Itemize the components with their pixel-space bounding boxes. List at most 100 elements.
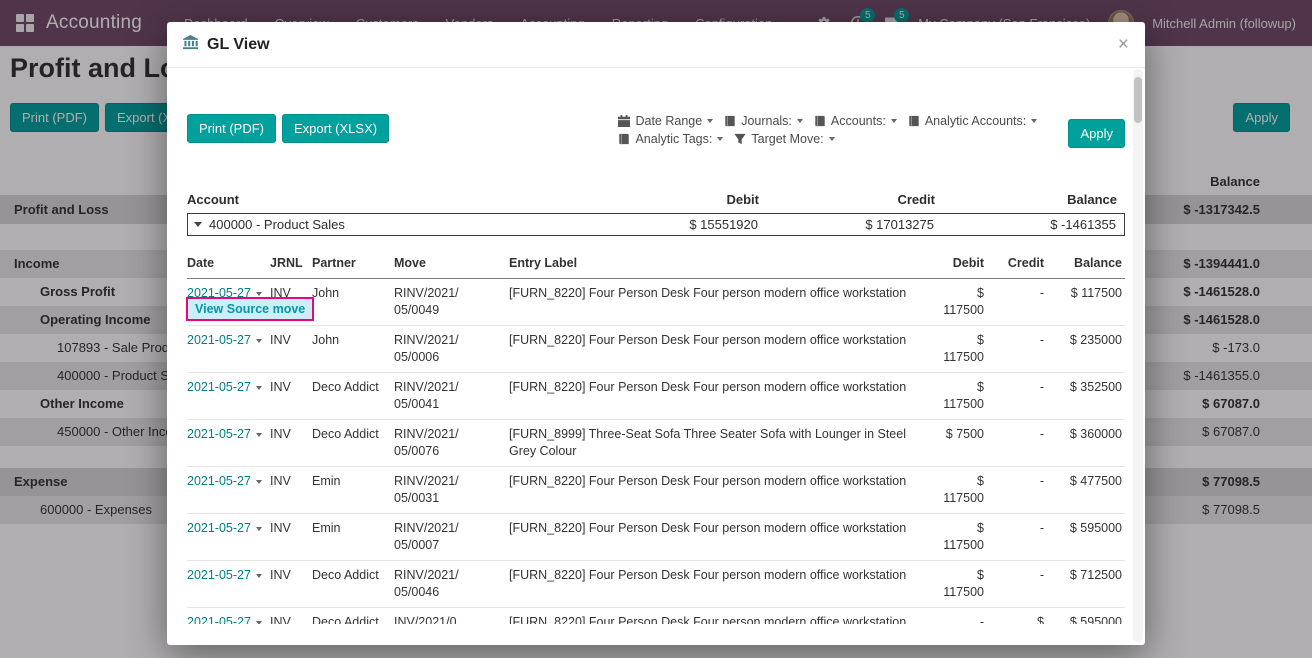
journal-cell: INV [270,426,312,443]
book-icon [618,133,630,145]
summary-header-row: Account Debit Credit Balance [187,189,1125,210]
date-link[interactable]: 2021-05-27 [187,520,251,537]
bank-icon [183,35,198,55]
modal-title: GL View [207,36,270,54]
gl-table-header: Date JRNL Partner Move Entry Label Debit… [187,250,1125,279]
debit-cell: $ 117500 [939,332,984,366]
view-source-move-tooltip[interactable]: View Source move [186,297,314,321]
caret-down-icon[interactable] [256,480,262,484]
gl-line-row: 2021-05-27 INV Emin RINV/2021/05/0007 [F… [187,514,1125,561]
caret-down-icon [797,119,803,123]
gl-line-row: 2021-05-27 INV Deco Addict RINV/2021/05/… [187,420,1125,467]
debit-cell: $ 117500 [939,379,984,413]
caret-down-icon[interactable] [256,433,262,437]
date-link[interactable]: 2021-05-27 [187,332,251,349]
balance-cell: $ 117500 [1044,285,1122,302]
partner-cell: Deco Addict [312,379,394,396]
debit-cell: $ 117500 [939,567,984,601]
credit-cell: - [984,332,1044,349]
gl-line-row: 2021-05-27 INV Deco Addict RINV/2021/05/… [187,373,1125,420]
gl-line-row: 2021-05-27 INV John RINV/2021/05/0049 [F… [187,279,1125,326]
caret-down-icon [891,119,897,123]
debit-cell: $ 7500 [939,426,984,443]
book-icon [724,115,736,127]
scrollbar-thumb[interactable] [1134,77,1142,123]
modal-actions: Print (PDF) Export (XLSX) [187,114,389,143]
caret-down-icon[interactable] [256,574,262,578]
journal-cell: INV [270,473,312,490]
entry-label-cell: [FURN_8220] Four Person Desk Four person… [509,379,939,396]
credit-cell: - [984,285,1044,302]
screen: Accounting DashboardOverviewCustomersVen… [0,0,1312,658]
modal-toolbar: Print (PDF) Export (XLSX) Date Range Jou… [187,114,1125,148]
date-link[interactable]: 2021-05-27 [187,567,251,584]
caret-down-icon [717,137,723,141]
credit-cell: - [984,426,1044,443]
balance-cell: $ 352500 [1044,379,1122,396]
caret-down-icon[interactable] [256,621,262,625]
move-cell: RINV/2021/05/0076 [394,426,509,460]
close-icon[interactable]: × [1118,35,1129,54]
modal-apply-button[interactable]: Apply [1068,119,1125,148]
move-cell: RINV/2021/05/0049 [394,285,509,319]
account-balance: $ -1461355 [942,217,1124,232]
account-credit: $ 17013275 [766,217,942,232]
entry-label-cell: [FURN_8220] Four Person Desk Four person… [509,614,939,624]
modal-scrollbar[interactable] [1133,69,1143,642]
expand-caret-icon[interactable] [194,222,202,227]
entry-label-cell: [FURN_8220] Four Person Desk Four person… [509,520,939,537]
date-link[interactable]: 2021-05-27 [187,473,251,490]
debit-cell: $ 117500 [939,520,984,554]
partner-cell: Deco Addict [312,426,394,443]
gl-line-row: 2021-05-27 INV Deco Addict INV/2021/05/0… [187,608,1125,624]
balance-cell: $ 595000 [1044,614,1122,624]
credit-cell: $ [984,614,1044,624]
partner-cell: Emin [312,520,394,537]
date-link[interactable]: 2021-05-27 [187,426,251,443]
date-range-filter[interactable]: Date Range [618,114,713,128]
entry-label-cell: [FURN_8220] Four Person Desk Four person… [509,567,939,584]
move-cell: INV/2021/05/0033 [394,614,509,624]
move-cell: RINV/2021/05/0007 [394,520,509,554]
journal-cell: INV [270,379,312,396]
caret-down-icon [829,137,835,141]
balance-cell: $ 477500 [1044,473,1122,490]
caret-down-icon[interactable] [256,527,262,531]
modal-export-xlsx-button[interactable]: Export (XLSX) [282,114,389,143]
balance-cell: $ 595000 [1044,520,1122,537]
journal-cell: INV [270,332,312,349]
entry-label-cell: [FURN_8220] Four Person Desk Four person… [509,473,939,490]
modal-print-pdf-button[interactable]: Print (PDF) [187,114,276,143]
debit-cell: $ 117500 [939,473,984,507]
partner-cell: Deco Addict [312,567,394,584]
gl-line-row: 2021-05-27 INV Deco Addict RINV/2021/05/… [187,561,1125,608]
entry-label-cell: [FURN_8999] Three-Seat Sofa Three Seater… [509,426,939,460]
credit-cell: - [984,379,1044,396]
analytic-accounts-filter[interactable]: Analytic Accounts: [908,114,1037,128]
accounts-filter[interactable]: Accounts: [814,114,897,128]
balance-cell: $ 360000 [1044,426,1122,443]
gl-line-row: 2021-05-27 INV Emin RINV/2021/05/0031 [F… [187,467,1125,514]
credit-cell: - [984,473,1044,490]
filter-funnel-icon [734,133,746,145]
move-cell: RINV/2021/05/0041 [394,379,509,413]
debit-cell: $ 117500 [939,285,984,319]
caret-down-icon[interactable] [256,339,262,343]
date-link[interactable]: 2021-05-27 [187,379,251,396]
caret-down-icon [1031,119,1037,123]
account-summary-row[interactable]: 400000 - Product Sales $ 15551920 $ 1701… [187,213,1125,236]
move-cell: RINV/2021/05/0046 [394,567,509,601]
caret-down-icon[interactable] [256,292,262,296]
journals-filter[interactable]: Journals: [724,114,803,128]
debit-cell: - [939,614,984,624]
analytic-tags-filter[interactable]: Analytic Tags: [618,132,723,146]
modal-header: GL View × [167,22,1145,68]
target-move-filter[interactable]: Target Move: [734,132,834,146]
account-name: 400000 - Product Sales [209,217,345,232]
account-debit: $ 15551920 [596,217,766,232]
modal-body: Print (PDF) Export (XLSX) Date Range Jou… [167,68,1145,624]
credit-cell: - [984,567,1044,584]
date-link[interactable]: 2021-05-27 [187,614,251,624]
book-icon [814,115,826,127]
caret-down-icon[interactable] [256,386,262,390]
